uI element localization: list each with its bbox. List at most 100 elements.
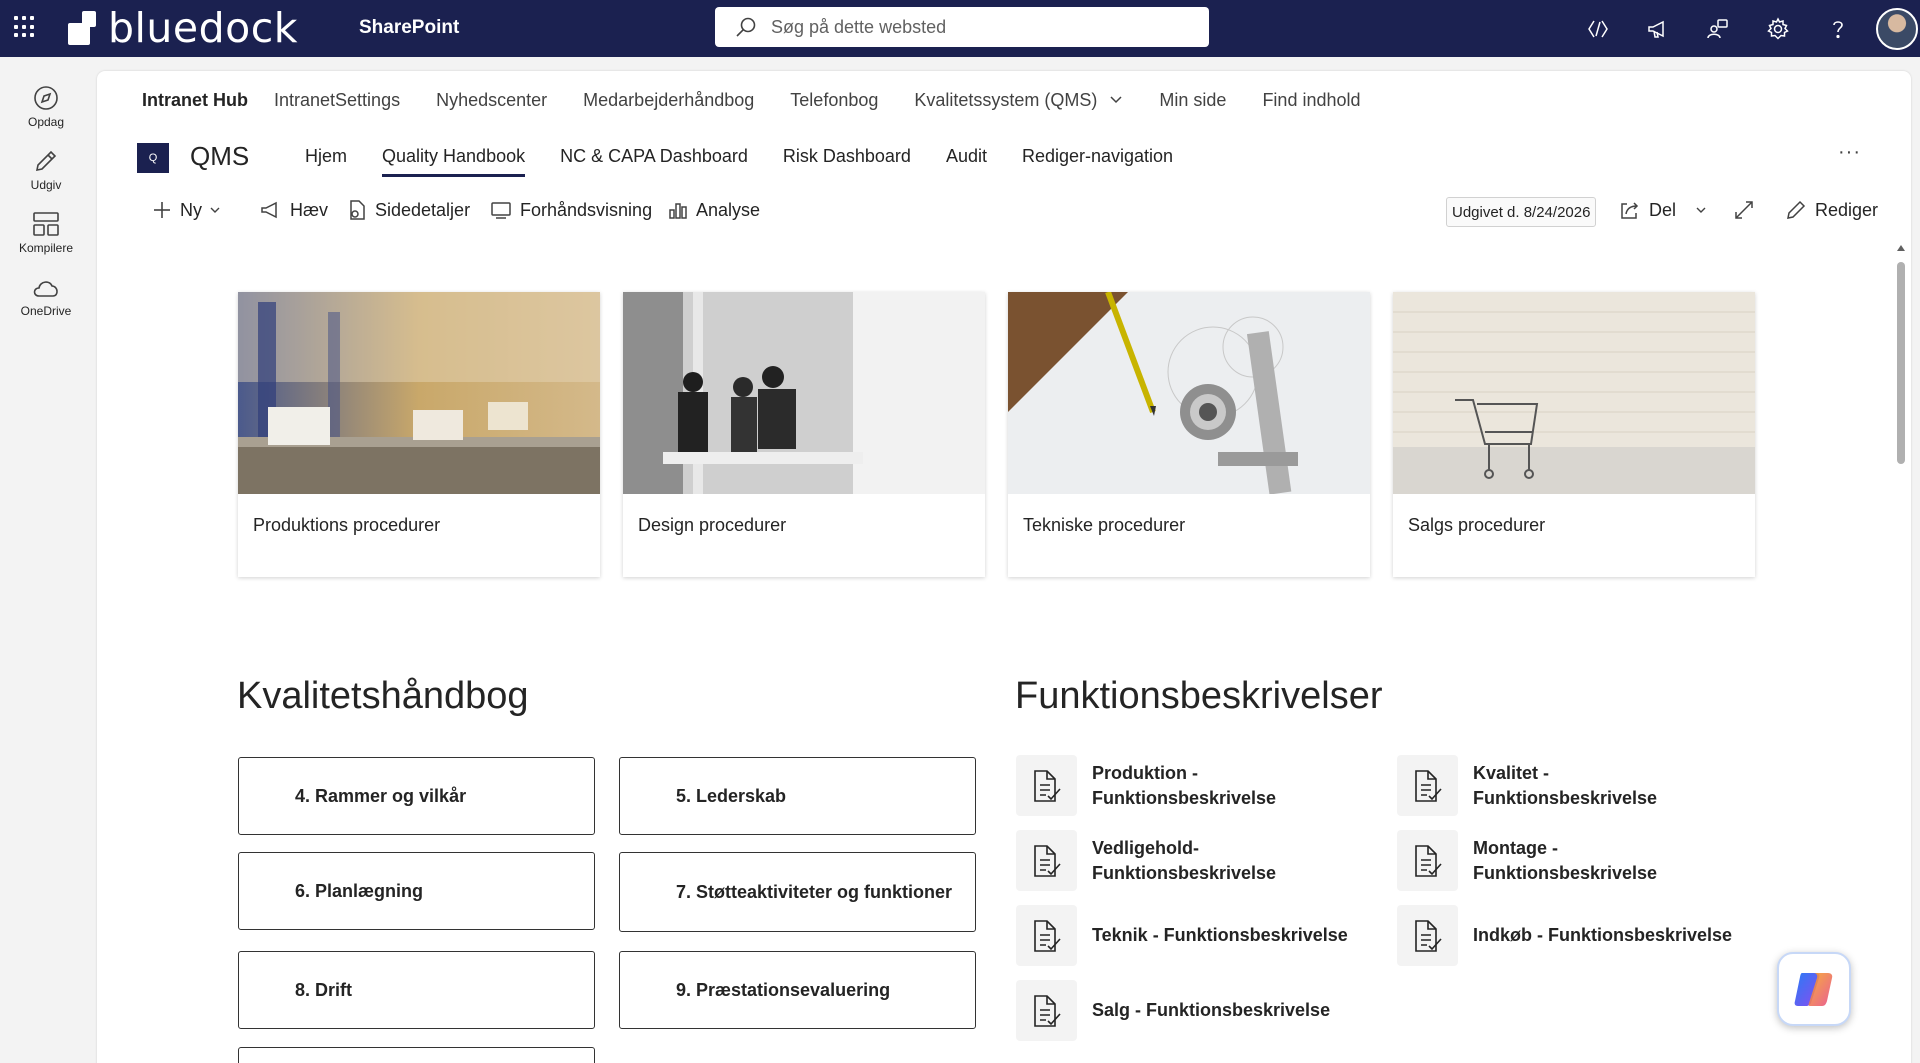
function-label: Montage - Funktionsbeskrivelse <box>1473 837 1658 883</box>
hub-link-medarbejderhaandbog[interactable]: Medarbejderhåndbog <box>583 90 754 111</box>
card-design[interactable]: Design procedurer <box>623 292 985 577</box>
megaphone-icon[interactable] <box>1628 0 1688 57</box>
site-navigation: Hjem Quality Handbook NC & CAPA Dashboar… <box>305 129 1208 183</box>
page-settings-icon <box>350 200 365 220</box>
site-nav-risk-dashboard[interactable]: Risk Dashboard <box>783 129 911 183</box>
brand-logo[interactable]: bluedock <box>68 4 298 52</box>
edit-button[interactable]: Rediger <box>1785 190 1878 230</box>
rail-item-publish[interactable]: Udgiv <box>0 148 92 206</box>
copilot-button[interactable] <box>1777 952 1851 1026</box>
handbook-button-next[interactable] <box>238 1047 595 1063</box>
app-launcher-icon[interactable] <box>14 16 36 38</box>
handbook-heading: Kvalitetshåndbog <box>237 675 529 717</box>
rail-label: Udgiv <box>30 178 62 192</box>
handbook-button-praestationsevaluering[interactable]: 9. Præstationsevaluering <box>619 951 976 1029</box>
function-label: Teknik - Funktionsbeskrivelse <box>1092 925 1348 945</box>
document-icon <box>1016 905 1077 966</box>
caliper-image <box>1008 292 1370 494</box>
pen-icon <box>35 150 57 172</box>
function-label: Indkøb - Funktionsbeskrivelse <box>1473 925 1733 945</box>
rail-item-onedrive[interactable]: OneDrive <box>0 274 92 332</box>
function-label: Vedligehold-Funktionsbeskrivelse <box>1092 837 1277 883</box>
share-button[interactable]: Del <box>1619 190 1714 230</box>
more-options-icon[interactable]: ··· <box>1838 141 1861 164</box>
new-button[interactable]: Ny <box>152 190 228 230</box>
analytics-button[interactable]: Analyse <box>668 190 760 230</box>
function-item-vedligehold[interactable]: Vedligehold-Funktionsbeskrivelse <box>1016 830 1342 891</box>
chevron-down-icon <box>1696 207 1706 213</box>
rail-item-compose[interactable]: Kompilere <box>0 211 92 269</box>
function-item-salg[interactable]: Salg - Funktionsbeskrivelse <box>1016 980 1342 1041</box>
site-title[interactable]: QMS <box>190 141 249 172</box>
function-item-indkoeb[interactable]: Indkøb - Funktionsbeskrivelse <box>1397 905 1743 966</box>
expand-button[interactable] <box>1733 190 1763 230</box>
card-salg[interactable]: Salgs procedurer <box>1393 292 1755 577</box>
document-icon <box>1016 980 1077 1041</box>
site-logo[interactable]: Q <box>137 143 169 173</box>
card-produktion[interactable]: Produktions procedurer <box>238 292 600 577</box>
hub-title[interactable]: Intranet Hub <box>142 90 248 111</box>
page-details-label: Sidedetaljer <box>375 199 471 220</box>
function-label: Produktion - Funktionsbeskrivelse <box>1092 762 1277 808</box>
site-nav-nc-capa-dashboard[interactable]: NC & CAPA Dashboard <box>560 129 748 183</box>
handbook-button-stoetteaktiviteter[interactable]: 7. Støtteaktiviteter og funktioner <box>619 852 976 932</box>
copilot-icon <box>1794 973 1833 1006</box>
expand-icon <box>1735 201 1753 219</box>
new-label: Ny <box>180 199 202 220</box>
hub-link-label: Kvalitetssystem (QMS) <box>914 89 1098 110</box>
edit-label: Rediger <box>1815 199 1879 220</box>
hub-link-intranetsettings[interactable]: IntranetSettings <box>274 90 400 111</box>
function-item-produktion[interactable]: Produktion - Funktionsbeskrivelse <box>1016 755 1342 816</box>
search-box[interactable]: Søg på dette websted <box>715 7 1209 47</box>
hub-link-telefonbog[interactable]: Telefonbog <box>790 90 878 111</box>
left-rail: Opdag Udgiv Kompilere OneDrive <box>0 57 92 1063</box>
site-nav-audit[interactable]: Audit <box>946 129 987 183</box>
help-icon[interactable] <box>1808 0 1868 57</box>
scroll-up-icon[interactable] <box>1896 244 1906 252</box>
document-icon <box>1397 830 1458 891</box>
avatar[interactable] <box>1876 7 1918 50</box>
function-item-kvalitet[interactable]: Kvalitet - Funktionsbeskrivelse <box>1397 755 1723 816</box>
search-icon <box>736 17 756 37</box>
suite-icons <box>1568 0 1920 57</box>
function-item-montage[interactable]: Montage - Funktionsbeskrivelse <box>1397 830 1723 891</box>
share-people-icon[interactable] <box>1688 0 1748 57</box>
hub-link-kvalitetssystem[interactable]: Kvalitetssystem (QMS) <box>914 90 1123 111</box>
site-nav-edit-navigation[interactable]: Rediger-navigation <box>1022 129 1173 183</box>
main-panel: Intranet Hub IntranetSettings Nyhedscent… <box>97 71 1911 1063</box>
page-details-button[interactable]: Sidedetaljer <box>347 190 470 230</box>
card-teknik[interactable]: Tekniske procedurer <box>1008 292 1370 577</box>
promote-button[interactable]: Hæv <box>260 190 328 230</box>
preview-button[interactable]: Forhåndsvisning <box>490 190 652 230</box>
code-icon[interactable] <box>1568 0 1628 57</box>
search-placeholder: Søg på dette websted <box>771 16 947 37</box>
gear-icon[interactable] <box>1748 0 1808 57</box>
scrollbar-thumb[interactable] <box>1897 262 1905 464</box>
handbook-button-rammer[interactable]: 4. Rammer og vilkår <box>238 757 595 835</box>
handbook-button-lederskab[interactable]: 5. Lederskab <box>619 757 976 835</box>
app-name[interactable]: SharePoint <box>359 17 459 39</box>
handbook-button-planlaegning[interactable]: 6. Planlægning <box>238 852 595 930</box>
site-header: Q QMS Hjem Quality Handbook NC & CAPA Da… <box>97 129 1911 183</box>
document-icon <box>1016 830 1077 891</box>
rail-label: Opdag <box>27 115 65 129</box>
compass-icon <box>34 86 58 110</box>
hub-link-nyhedscenter[interactable]: Nyhedscenter <box>436 90 547 111</box>
card-title: Salgs procedurer <box>1408 515 1546 535</box>
function-item-teknik[interactable]: Teknik - Funktionsbeskrivelse <box>1016 905 1362 966</box>
pencil-icon <box>1787 200 1806 219</box>
card-title: Design procedurer <box>638 515 787 535</box>
plus-icon <box>154 202 170 218</box>
hub-link-min-side[interactable]: Min side <box>1159 90 1226 111</box>
hub-link-find-indhold[interactable]: Find indhold <box>1262 90 1360 111</box>
warehouse-image <box>238 292 600 494</box>
rail-item-discover[interactable]: Opdag <box>0 85 92 143</box>
site-nav-quality-handbook[interactable]: Quality Handbook <box>382 129 526 183</box>
handbook-button-drift[interactable]: 8. Drift <box>238 951 595 1029</box>
chart-icon <box>669 203 687 219</box>
card-title: Produktions procedurer <box>253 515 441 535</box>
site-nav-hjem[interactable]: Hjem <box>305 129 347 183</box>
share-label: Del <box>1649 199 1677 220</box>
analytics-label: Analyse <box>696 199 761 220</box>
document-icon <box>1016 755 1077 816</box>
